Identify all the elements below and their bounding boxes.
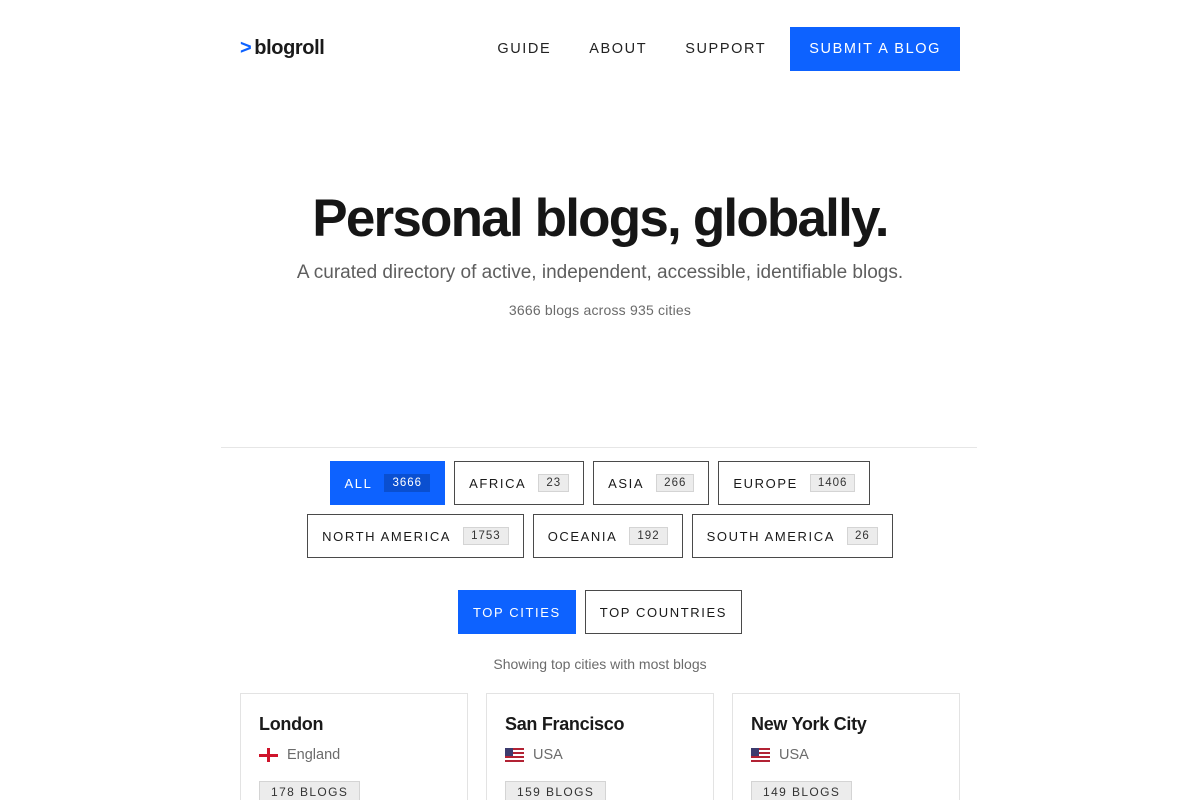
showing-caption: Showing top cities with most blogs (493, 656, 707, 672)
main-nav: GUIDE ABOUT SUPPORT SUBMIT A BLOG (497, 27, 960, 71)
view-toggle: TOP CITIES TOP COUNTRIES (0, 590, 1200, 634)
logo-caret-icon: > (240, 37, 252, 59)
region-label: NORTH AMERICA (322, 528, 452, 544)
region-filter-africa[interactable]: AFRICA 23 (454, 461, 585, 505)
submit-blog-button[interactable]: SUBMIT A BLOG (790, 27, 960, 71)
blog-count: 3666 blogs across 935 cities (508, 302, 692, 318)
region-filter-row-2: NORTH AMERICA 1753 OCEANIA 192 SOUTH AME… (0, 514, 1200, 558)
site-header: > blogroll GUIDE ABOUT SUPPORT SUBMIT A B… (240, 27, 960, 71)
region-label: EUROPE (733, 475, 798, 491)
region-filter-south-america[interactable]: SOUTH AMERICA 26 (691, 514, 893, 558)
city-card-new-york-city[interactable]: New York City USA 149 BLOGS (732, 693, 960, 800)
city-country: USA (505, 747, 695, 763)
region-count-badge: 3666 (384, 474, 431, 492)
top-countries-tab[interactable]: TOP COUNTRIES (584, 590, 742, 634)
nav-about-link[interactable]: ABOUT (589, 41, 647, 57)
nav-guide-link[interactable]: GUIDE (497, 41, 551, 57)
region-label: AFRICA (469, 475, 527, 491)
blog-count-badge: 149 BLOGS (751, 781, 853, 800)
region-count-badge: 266 (656, 474, 695, 492)
region-count-badge: 26 (847, 527, 878, 545)
city-country: England (259, 747, 449, 763)
region-label: OCEANIA (547, 528, 618, 544)
country-name: USA (533, 747, 563, 763)
region-filter-europe[interactable]: EUROPE 1406 (718, 461, 871, 505)
city-name: London (259, 714, 324, 734)
country-name: England (287, 747, 341, 763)
city-country: USA (751, 747, 941, 763)
divider (221, 447, 977, 448)
page-title: Personal blogs, globally. (312, 189, 889, 248)
logo-text: blogroll (254, 37, 325, 59)
england-flag-icon (259, 748, 278, 762)
logo[interactable]: > blogroll (240, 37, 325, 60)
hero: Personal blogs, globally. A curated dire… (0, 188, 1200, 318)
region-count-badge: 192 (629, 527, 668, 545)
region-filter-oceania[interactable]: OCEANIA 192 (532, 514, 683, 558)
region-count-badge: 1406 (809, 474, 856, 492)
region-filter-row-1: ALL 3666 AFRICA 23 ASIA 266 EUROPE 1406 (0, 461, 1200, 505)
top-cities-tab[interactable]: TOP CITIES (458, 590, 576, 634)
region-filter-all[interactable]: ALL 3666 (329, 461, 446, 505)
city-card-san-francisco[interactable]: San Francisco USA 159 BLOGS (486, 693, 714, 800)
blog-count-badge: 159 BLOGS (505, 781, 607, 800)
city-card-list: London England 178 BLOGS San Francisco U… (240, 693, 960, 800)
page-subtitle: A curated directory of active, independe… (296, 262, 904, 283)
region-filter-north-america[interactable]: NORTH AMERICA 1753 (307, 514, 524, 558)
city-card-london[interactable]: London England 178 BLOGS (240, 693, 468, 800)
country-name: USA (779, 747, 809, 763)
region-filter-asia[interactable]: ASIA 266 (593, 461, 710, 505)
usa-flag-icon (751, 748, 770, 762)
usa-flag-icon (505, 748, 524, 762)
region-label: ASIA (608, 475, 645, 491)
region-count-badge: 23 (538, 474, 570, 492)
nav-support-link[interactable]: SUPPORT (685, 41, 766, 57)
region-count-badge: 1753 (463, 527, 509, 545)
blog-count-badge: 178 BLOGS (259, 781, 361, 800)
city-name: San Francisco (505, 714, 625, 734)
city-name: New York City (751, 714, 867, 734)
region-label: ALL (344, 475, 373, 491)
region-label: SOUTH AMERICA (706, 528, 836, 544)
